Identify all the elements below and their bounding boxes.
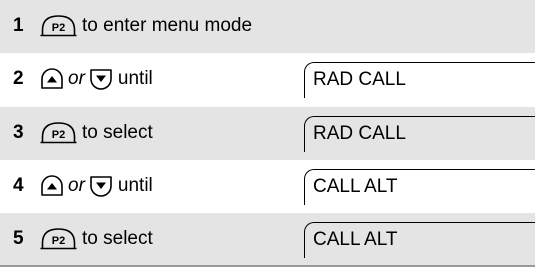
radio-display-box: RAD CALL bbox=[304, 62, 535, 98]
step-instruction: or until bbox=[40, 65, 153, 93]
step-action-text: to enter menu mode bbox=[82, 15, 253, 36]
step-row-2: 2 or until RAD CALL bbox=[0, 53, 535, 106]
scroll-up-key-icon bbox=[41, 175, 63, 196]
step-instruction: P2 to select bbox=[40, 225, 153, 253]
p2-key-icon: P2 bbox=[40, 228, 77, 250]
or-connector: or bbox=[68, 68, 85, 89]
step-row-1: 1 P2 to enter menu mode bbox=[0, 0, 535, 53]
step-number: 2 bbox=[13, 68, 24, 89]
scroll-down-key-icon bbox=[90, 69, 112, 90]
step-number: 3 bbox=[13, 122, 24, 143]
step-number: 5 bbox=[13, 228, 24, 249]
step-number: 1 bbox=[13, 15, 24, 36]
step-action-text: until bbox=[117, 68, 153, 89]
step-instruction: P2 to select bbox=[40, 119, 153, 147]
step-row-4: 4 or until CALL ALT bbox=[0, 160, 535, 213]
or-connector: or bbox=[68, 175, 85, 196]
radio-display-box: RAD CALL bbox=[304, 116, 535, 152]
step-number: 4 bbox=[13, 175, 24, 196]
p2-key-label: P2 bbox=[52, 235, 65, 247]
step-action-text: to select bbox=[82, 228, 153, 249]
radio-display-box: CALL ALT bbox=[304, 169, 535, 205]
step-row-3: 3 P2 to select RAD CALL bbox=[0, 107, 535, 160]
step-action-text: to select bbox=[82, 122, 153, 143]
procedure-steps: 1 P2 to enter menu mode 2 or until RAD C bbox=[0, 0, 535, 267]
radio-display-box: CALL ALT bbox=[304, 222, 535, 258]
p2-key-label: P2 bbox=[52, 129, 65, 141]
step-instruction: or until bbox=[40, 172, 153, 200]
p2-key-icon: P2 bbox=[40, 15, 77, 37]
scroll-up-key-icon bbox=[41, 68, 63, 89]
step-action-text: until bbox=[117, 175, 153, 196]
p2-key-label: P2 bbox=[52, 22, 65, 34]
step-row-5: 5 P2 to select CALL ALT bbox=[0, 213, 535, 267]
step-instruction: P2 to enter menu mode bbox=[40, 12, 252, 40]
scroll-down-key-icon bbox=[90, 176, 112, 197]
p2-key-icon: P2 bbox=[40, 122, 77, 144]
